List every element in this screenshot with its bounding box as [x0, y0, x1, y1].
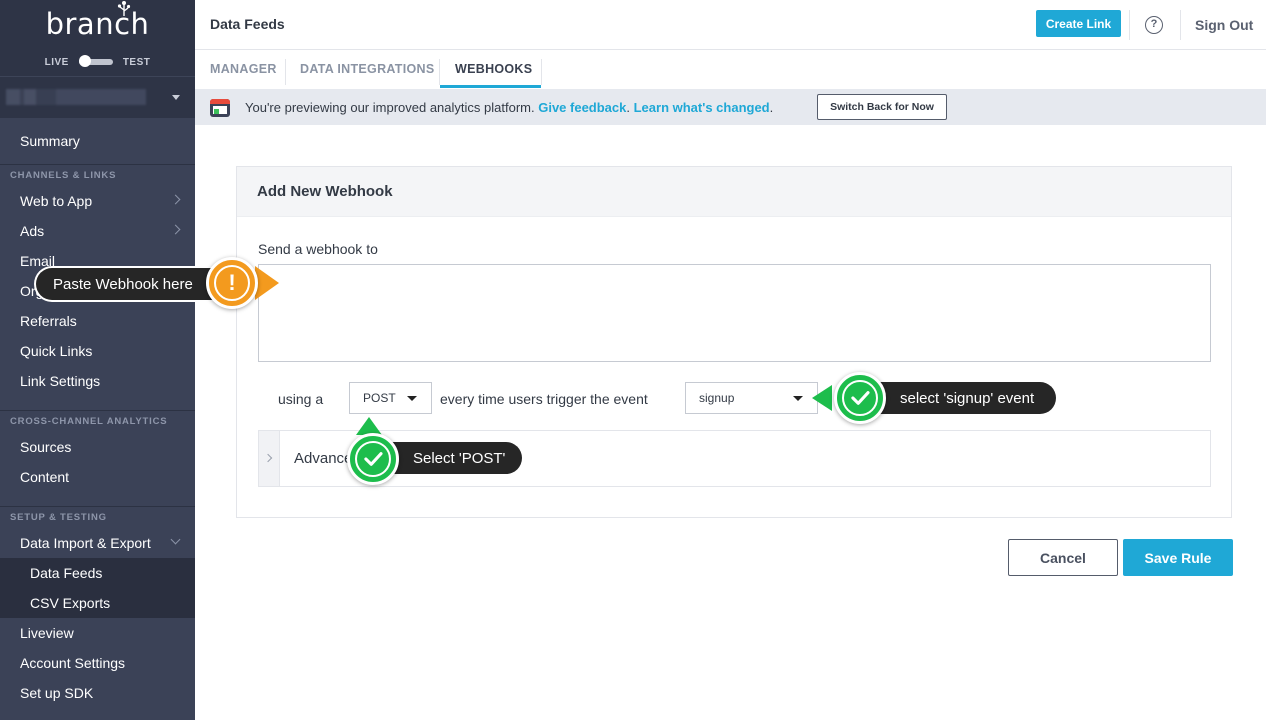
callout-arrow: [255, 266, 279, 300]
sidebar-item-account-settings[interactable]: Account Settings: [0, 648, 195, 678]
exclamation-icon: !: [214, 265, 250, 301]
method-value: POST: [363, 391, 396, 405]
card-header: Add New Webhook: [237, 167, 1231, 217]
env-toggle[interactable]: [78, 55, 113, 67]
tab-separator: [285, 59, 286, 85]
app-picker[interactable]: [0, 76, 195, 118]
warning-badge: !: [206, 257, 258, 309]
test-label: TEST: [122, 56, 151, 68]
check-badge: [834, 372, 886, 424]
page-title: Data Feeds: [210, 16, 285, 32]
learn-changed-link[interactable]: Learn what's changed: [634, 100, 770, 115]
section-setup: SETUP & TESTING: [0, 506, 195, 528]
sidebar-item-set-up-sdk[interactable]: Set up SDK: [0, 678, 195, 708]
active-tab-indicator: [440, 85, 541, 88]
sidebar-item-summary[interactable]: Summary: [0, 126, 195, 156]
callout-text: Paste Webhook here: [53, 275, 193, 293]
sidebar-item-label: Data Import & Export: [20, 535, 151, 551]
create-link-button[interactable]: Create Link: [1036, 10, 1121, 37]
logo-text: branch: [45, 7, 150, 41]
chevron-down-icon: [170, 534, 181, 545]
tab-separator: [439, 59, 440, 85]
sidebar-item-link-settings[interactable]: Link Settings: [0, 366, 195, 396]
sign-out-link[interactable]: Sign Out: [1195, 17, 1253, 33]
tab-bar: MANAGER DATA INTEGRATIONS WEBHOOKS: [195, 50, 1266, 89]
sidebar-item-content[interactable]: Content: [0, 462, 195, 492]
sidebar-item-ads[interactable]: Ads: [0, 216, 195, 246]
sidebar: branch LIVE TEST Summary CHANNELS & LINK…: [0, 0, 195, 720]
chevron-right-icon: [170, 224, 181, 235]
caret-down-icon: [407, 396, 417, 401]
sidebar-subitem-data-feeds[interactable]: Data Feeds: [0, 558, 195, 588]
app-root: branch LIVE TEST Summary CHANNELS & LINK…: [0, 0, 1266, 720]
branch-logo[interactable]: branch: [45, 1, 150, 41]
card-title: Add New Webhook: [257, 183, 393, 200]
sidebar-item-data-import-export[interactable]: Data Import & Export: [0, 528, 195, 558]
tab-separator: [541, 59, 542, 85]
trigger-label: every time users trigger the event: [440, 391, 648, 407]
live-label: LIVE: [44, 56, 69, 68]
chevron-right-icon: [170, 194, 181, 205]
checkmark-icon: [355, 441, 391, 477]
sidebar-item-quick-links[interactable]: Quick Links: [0, 336, 195, 366]
webhook-url-input[interactable]: [258, 264, 1211, 362]
tab-manager[interactable]: MANAGER: [210, 62, 277, 76]
callout-arrow: [812, 385, 832, 411]
event-select[interactable]: signup: [685, 382, 818, 414]
checkmark-icon: [842, 380, 878, 416]
sidebar-item-web-to-app[interactable]: Web to App: [0, 186, 195, 216]
caret-down-icon: [172, 95, 180, 100]
sidebar-subitem-csv-exports[interactable]: CSV Exports: [0, 588, 195, 618]
sidebar-item-label: Ads: [20, 223, 45, 239]
sidebar-item-label: Web to App: [20, 193, 93, 209]
event-value: signup: [699, 391, 735, 405]
top-header: Data Feeds Create Link ? Sign Out: [195, 0, 1266, 50]
preview-banner: You're previewing our improved analytics…: [195, 89, 1266, 125]
callout-text: Select 'POST': [413, 449, 506, 467]
check-badge: [347, 433, 399, 485]
help-icon[interactable]: ?: [1145, 16, 1163, 34]
callout-text: select 'signup' event: [900, 389, 1035, 407]
app-name-redacted: [6, 89, 146, 105]
tab-data-integrations[interactable]: DATA INTEGRATIONS: [300, 62, 435, 76]
section-channels: CHANNELS & LINKS: [0, 164, 195, 186]
send-webhook-label: Send a webhook to: [258, 241, 378, 257]
banner-message: You're previewing our improved analytics…: [245, 100, 774, 115]
callout-event: select 'signup' event: [856, 382, 1056, 414]
logo-area: branch: [0, 0, 195, 48]
header-divider: [1180, 10, 1181, 40]
chevron-right-icon: [263, 453, 273, 463]
caret-down-icon: [793, 396, 803, 401]
using-label: using a: [278, 391, 324, 407]
header-divider: [1129, 10, 1130, 40]
toggle-knob: [78, 55, 91, 67]
banner-text: You're previewing our improved analytics…: [245, 100, 535, 115]
give-feedback-link[interactable]: Give feedback: [538, 100, 626, 115]
sidebar-item-liveview[interactable]: Liveview: [0, 618, 195, 648]
sidebar-item-referrals[interactable]: Referrals: [0, 306, 195, 336]
sidebar-item-sources[interactable]: Sources: [0, 432, 195, 462]
cancel-button[interactable]: Cancel: [1008, 539, 1118, 576]
sprout-icon: [117, 1, 130, 16]
save-rule-button[interactable]: Save Rule: [1123, 539, 1233, 576]
tab-webhooks[interactable]: WEBHOOKS: [455, 62, 532, 76]
switch-back-button[interactable]: Switch Back for Now: [817, 94, 947, 120]
method-select[interactable]: POST: [349, 382, 432, 414]
section-analytics: CROSS-CHANNEL ANALYTICS: [0, 410, 195, 432]
env-toggle-row: LIVE TEST: [0, 48, 195, 76]
analytics-preview-icon: [210, 99, 230, 117]
advanced-toggle-strip[interactable]: [259, 431, 280, 486]
